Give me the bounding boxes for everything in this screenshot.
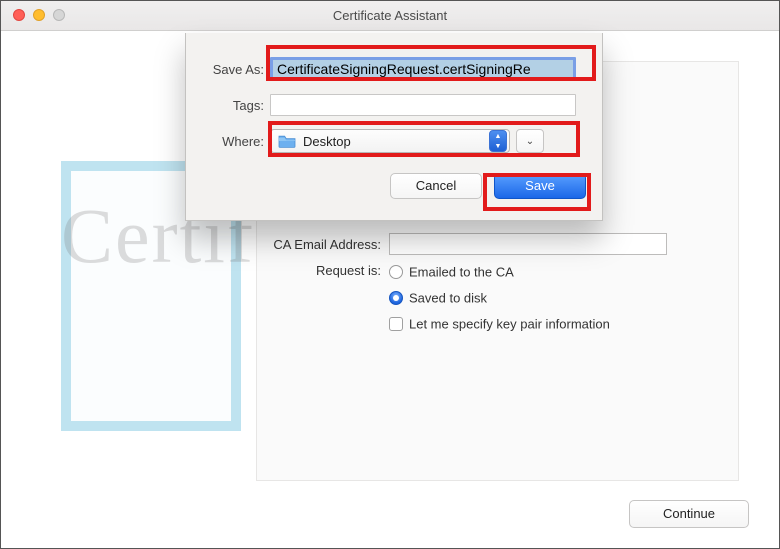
chevron-down-icon: ⌄ xyxy=(526,136,534,147)
saveas-row: Save As: xyxy=(186,51,602,87)
radio-emailed[interactable]: Emailed to the CA xyxy=(389,263,610,281)
window: Certificate Assistant uesting. Click ▲▼ … xyxy=(0,0,780,549)
ca-email-row: CA Email Address: xyxy=(259,233,669,255)
ca-email-input[interactable] xyxy=(389,233,667,255)
save-sheet: Save As: Tags: Where: Desktop ▲▼ xyxy=(185,33,603,221)
expand-button[interactable]: ⌄ xyxy=(516,129,544,153)
chevron-updown-icon: ▲▼ xyxy=(489,130,507,152)
where-value: Desktop xyxy=(303,134,351,149)
where-popup[interactable]: Desktop ▲▼ xyxy=(270,129,510,153)
minimize-icon[interactable] xyxy=(33,9,45,21)
tags-input[interactable] xyxy=(270,94,576,116)
sheet-buttons: Cancel Save xyxy=(186,173,602,199)
save-button[interactable]: Save xyxy=(494,173,586,199)
maximize-icon xyxy=(53,9,65,21)
saveas-label: Save As: xyxy=(186,62,270,77)
tags-row: Tags: xyxy=(186,87,602,123)
traffic-lights xyxy=(13,9,65,21)
titlebar: Certificate Assistant xyxy=(1,1,779,31)
continue-button[interactable]: Continue xyxy=(629,500,749,528)
where-row: Where: Desktop ▲▼ ⌄ xyxy=(186,123,602,159)
checkbox-specify-label: Let me specify key pair information xyxy=(409,316,610,331)
ca-email-label: CA Email Address: xyxy=(259,237,389,252)
window-title: Certificate Assistant xyxy=(1,1,779,31)
folder-icon xyxy=(277,133,297,149)
radio-saved[interactable]: Saved to disk xyxy=(389,289,610,307)
request-is-label: Request is: xyxy=(259,261,389,278)
saveas-input[interactable] xyxy=(270,57,576,81)
checkbox-specify[interactable]: Let me specify key pair information xyxy=(389,315,610,333)
where-label: Where: xyxy=(186,134,270,149)
close-icon[interactable] xyxy=(13,9,25,21)
request-is-row: Request is: Emailed to the CA Saved to d… xyxy=(259,261,669,333)
tags-label: Tags: xyxy=(186,98,270,113)
cancel-button[interactable]: Cancel xyxy=(390,173,482,199)
radio-saved-label: Saved to disk xyxy=(409,290,487,305)
radio-emailed-label: Emailed to the CA xyxy=(409,264,514,279)
